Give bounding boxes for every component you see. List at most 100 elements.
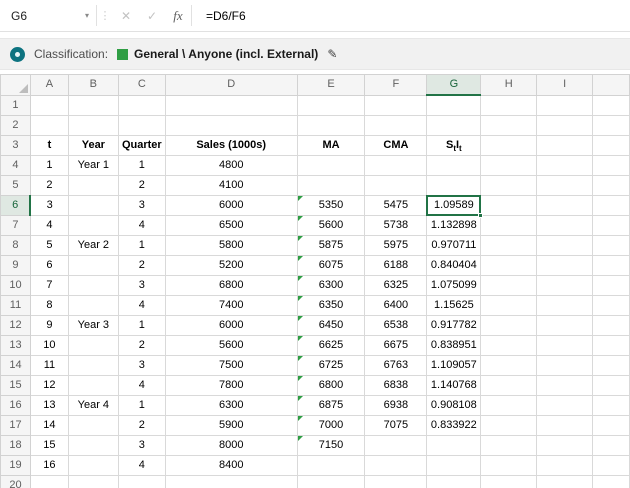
cell-c109[interactable] [593, 255, 630, 275]
cell-G2[interactable] [427, 115, 481, 135]
row-header-20[interactable]: 20 [1, 475, 31, 488]
cell-A16[interactable]: 13 [30, 395, 68, 415]
cell-F17[interactable]: 7075 [365, 415, 427, 435]
cell-C8[interactable]: 1 [118, 235, 165, 255]
cell-D12[interactable]: 6000 [165, 315, 297, 335]
cell-c1010[interactable] [593, 275, 630, 295]
cell-B18[interactable] [68, 435, 118, 455]
cell-C4[interactable]: 1 [118, 155, 165, 175]
cell-D9[interactable]: 5200 [165, 255, 297, 275]
cell-H19[interactable] [481, 455, 537, 475]
cell-C6[interactable]: 3 [118, 195, 165, 215]
cell-A18[interactable]: 15 [30, 435, 68, 455]
cell-D8[interactable]: 5800 [165, 235, 297, 255]
cell-C10[interactable]: 3 [118, 275, 165, 295]
cell-C13[interactable]: 2 [118, 335, 165, 355]
cell-I17[interactable] [537, 415, 593, 435]
cell-I10[interactable] [537, 275, 593, 295]
cell-H20[interactable] [481, 475, 537, 488]
cell-E17[interactable]: 7000 [297, 415, 365, 435]
cell-H3[interactable] [481, 135, 537, 155]
row-header-10[interactable]: 10 [1, 275, 31, 295]
row-header-14[interactable]: 14 [1, 355, 31, 375]
cell-E10[interactable]: 6300 [297, 275, 365, 295]
cell-H11[interactable] [481, 295, 537, 315]
cell-D19[interactable]: 8400 [165, 455, 297, 475]
cell-I6[interactable] [537, 195, 593, 215]
cell-A10[interactable]: 7 [30, 275, 68, 295]
row-header-12[interactable]: 12 [1, 315, 31, 335]
cell-D2[interactable] [165, 115, 297, 135]
cell-A8[interactable]: 5 [30, 235, 68, 255]
cell-E16[interactable]: 6875 [297, 395, 365, 415]
cell-F18[interactable] [365, 435, 427, 455]
cell-E5[interactable] [297, 175, 365, 195]
cell-D20[interactable] [165, 475, 297, 488]
cell-I12[interactable] [537, 315, 593, 335]
cell-F8[interactable]: 5975 [365, 235, 427, 255]
cell-B15[interactable] [68, 375, 118, 395]
cell-G18[interactable] [427, 435, 481, 455]
cell-D6[interactable]: 6000 [165, 195, 297, 215]
cell-E15[interactable]: 6800 [297, 375, 365, 395]
cell-F19[interactable] [365, 455, 427, 475]
cell-B4[interactable]: Year 1 [68, 155, 118, 175]
cell-C20[interactable] [118, 475, 165, 488]
cell-E13[interactable]: 6625 [297, 335, 365, 355]
cell-C9[interactable]: 2 [118, 255, 165, 275]
cell-H9[interactable] [481, 255, 537, 275]
cell-H17[interactable] [481, 415, 537, 435]
cell-D1[interactable] [165, 95, 297, 115]
cell-A14[interactable]: 11 [30, 355, 68, 375]
cell-H7[interactable] [481, 215, 537, 235]
cell-A3[interactable]: t [30, 135, 68, 155]
cell-D15[interactable]: 7800 [165, 375, 297, 395]
cell-C7[interactable]: 4 [118, 215, 165, 235]
cell-G20[interactable] [427, 475, 481, 488]
cell-F3[interactable]: CMA [365, 135, 427, 155]
cell-D11[interactable]: 7400 [165, 295, 297, 315]
cell-E7[interactable]: 5600 [297, 215, 365, 235]
cell-I5[interactable] [537, 175, 593, 195]
cell-D5[interactable]: 4100 [165, 175, 297, 195]
cell-B14[interactable] [68, 355, 118, 375]
cell-C14[interactable]: 3 [118, 355, 165, 375]
cell-c1017[interactable] [593, 415, 630, 435]
cell-A9[interactable]: 6 [30, 255, 68, 275]
enter-button[interactable]: ✓ [139, 0, 165, 31]
cell-H6[interactable] [481, 195, 537, 215]
cell-A2[interactable] [30, 115, 68, 135]
cell-H1[interactable] [481, 95, 537, 115]
cell-G3[interactable]: StIt [427, 135, 481, 155]
cell-F15[interactable]: 6838 [365, 375, 427, 395]
cell-D4[interactable]: 4800 [165, 155, 297, 175]
cell-F12[interactable]: 6538 [365, 315, 427, 335]
cell-c1011[interactable] [593, 295, 630, 315]
cell-I14[interactable] [537, 355, 593, 375]
cell-C17[interactable]: 2 [118, 415, 165, 435]
cell-G5[interactable] [427, 175, 481, 195]
cell-G1[interactable] [427, 95, 481, 115]
cell-I13[interactable] [537, 335, 593, 355]
col-header-C[interactable]: C [118, 75, 165, 96]
cell-I4[interactable] [537, 155, 593, 175]
cell-D17[interactable]: 5900 [165, 415, 297, 435]
cell-I16[interactable] [537, 395, 593, 415]
cell-B9[interactable] [68, 255, 118, 275]
cell-E20[interactable] [297, 475, 365, 488]
cell-E2[interactable] [297, 115, 365, 135]
cell-E6[interactable]: 5350 [297, 195, 365, 215]
col-header-G[interactable]: G [427, 75, 481, 96]
cell-F6[interactable]: 5475 [365, 195, 427, 215]
col-header-blank[interactable] [593, 75, 630, 96]
cell-D14[interactable]: 7500 [165, 355, 297, 375]
cell-C19[interactable]: 4 [118, 455, 165, 475]
cell-F11[interactable]: 6400 [365, 295, 427, 315]
cell-B13[interactable] [68, 335, 118, 355]
cell-E1[interactable] [297, 95, 365, 115]
cell-A19[interactable]: 16 [30, 455, 68, 475]
cell-B11[interactable] [68, 295, 118, 315]
insert-function-button[interactable]: fx [165, 0, 191, 31]
cell-H15[interactable] [481, 375, 537, 395]
cell-I2[interactable] [537, 115, 593, 135]
